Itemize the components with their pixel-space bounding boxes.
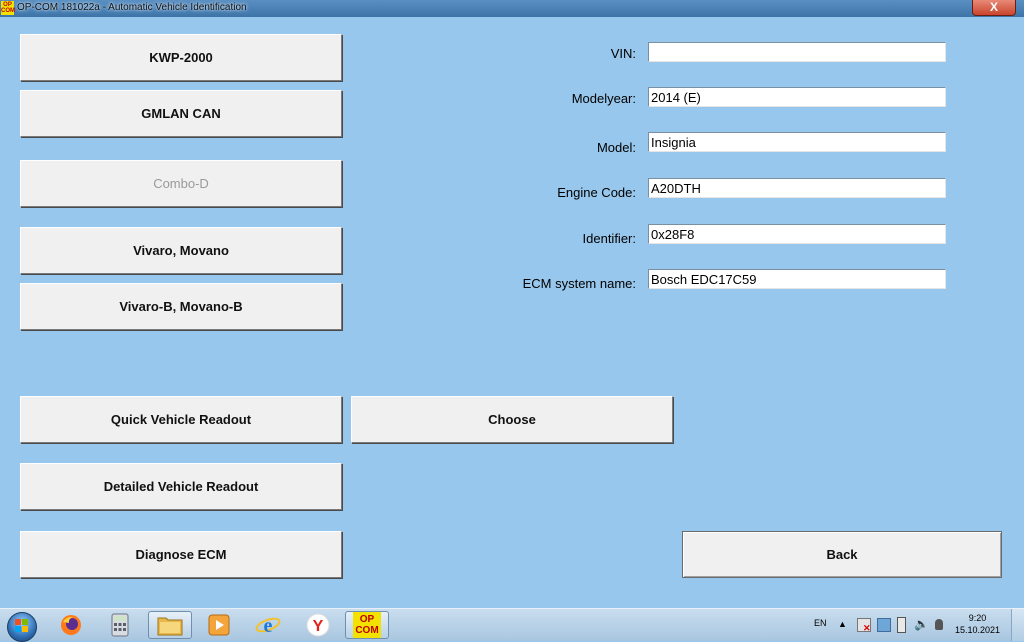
ecm-system-name-label: ECM system name: xyxy=(522,276,636,291)
media-player-icon[interactable] xyxy=(197,611,241,639)
clock-date: 15.10.2021 xyxy=(954,625,1000,635)
vivaro-b-movano-b-button[interactable]: Vivaro-B, Movano-B xyxy=(20,283,342,330)
battery-icon[interactable] xyxy=(897,617,906,633)
vivaro-movano-button[interactable]: Vivaro, Movano xyxy=(20,227,342,274)
calculator-icon[interactable] xyxy=(98,611,142,639)
microphone-icon[interactable] xyxy=(935,619,943,630)
engine-code-label: Engine Code: xyxy=(557,185,636,200)
choose-button[interactable]: Choose xyxy=(351,396,673,443)
detailed-vehicle-readout-button[interactable]: Detailed Vehicle Readout xyxy=(20,463,342,510)
identifier-label: Identifier: xyxy=(582,231,636,246)
vin-label: VIN: xyxy=(610,46,636,61)
close-button[interactable]: X xyxy=(972,0,1016,16)
network-icon[interactable]: ✕ xyxy=(857,618,871,633)
file-explorer-icon[interactable] xyxy=(148,611,192,639)
svg-text:Y: Y xyxy=(313,618,324,635)
taskbar: e Y OP COM EN ▲ ✕ 🔈 9:20 15.10.2021 xyxy=(0,608,1024,642)
clock[interactable]: 9:20 15.10.2021 xyxy=(955,612,1000,636)
show-desktop-button[interactable] xyxy=(1011,609,1024,641)
diagnose-ecm-button[interactable]: Diagnose ECM xyxy=(20,531,342,578)
volume-icon[interactable]: 🔈 xyxy=(914,617,929,631)
modelyear-label: Modelyear: xyxy=(571,91,636,106)
svg-text:e: e xyxy=(264,615,273,637)
language-indicator[interactable]: EN xyxy=(814,618,827,628)
engine-code-field[interactable]: A20DTH xyxy=(648,178,946,198)
firefox-icon[interactable] xyxy=(49,611,93,639)
identifier-field[interactable]: 0x28F8 xyxy=(648,224,946,244)
title-bar: OP COM OP-COM 181022a - Automatic Vehicl… xyxy=(0,0,1024,17)
clock-time: 9:20 xyxy=(968,613,987,623)
opcom-icon: OP COM xyxy=(353,612,381,638)
opcom-app-icon: OP COM xyxy=(1,1,15,15)
windows-logo-icon xyxy=(15,619,28,632)
model-field[interactable]: Insignia xyxy=(648,132,946,152)
network-error-icon: ✕ xyxy=(863,623,871,633)
model-label: Model: xyxy=(596,140,636,155)
quick-vehicle-readout-button[interactable]: Quick Vehicle Readout xyxy=(20,396,342,443)
opcom-taskbar-button[interactable]: OP COM xyxy=(345,611,389,639)
yandex-browser-icon[interactable]: Y xyxy=(296,611,340,639)
start-button[interactable] xyxy=(2,610,40,642)
window-title: OP-COM 181022a - Automatic Vehicle Ident… xyxy=(17,2,247,13)
modelyear-field[interactable]: 2014 (E) xyxy=(648,87,946,107)
ecm-system-name-field[interactable]: Bosch EDC17C59 xyxy=(648,269,946,289)
internet-explorer-icon[interactable]: e xyxy=(246,611,290,639)
opcom-icon-text: OP COM xyxy=(355,614,379,636)
gmlan-can-button[interactable]: GMLAN CAN xyxy=(20,90,342,137)
show-hidden-icons-icon[interactable]: ▲ xyxy=(838,619,847,629)
vin-field[interactable] xyxy=(648,42,946,62)
back-button[interactable]: Back xyxy=(682,531,1002,578)
kwp2000-button[interactable]: KWP-2000 xyxy=(20,34,342,81)
action-center-icon[interactable] xyxy=(877,618,891,632)
combo-d-button: Combo-D xyxy=(20,160,342,207)
